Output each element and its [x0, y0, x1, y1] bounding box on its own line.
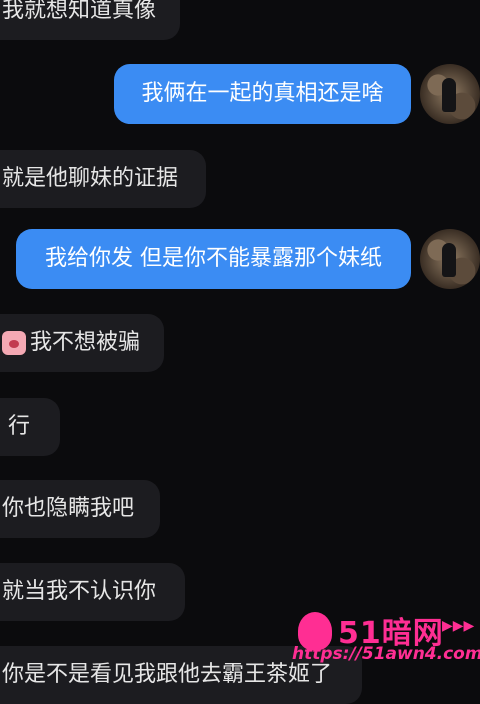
incoming-message[interactable]: 行: [0, 398, 60, 456]
incoming-message[interactable]: 我不想被骗: [0, 314, 164, 372]
incoming-message[interactable]: 就当我不认识你: [0, 563, 185, 621]
message-text: 行: [8, 414, 31, 439]
crying-face-emoji-icon: [2, 331, 26, 355]
user-avatar[interactable]: [420, 229, 480, 289]
incoming-message[interactable]: 我就想知道真像: [0, 0, 180, 40]
outgoing-message[interactable]: 我给你发 但是你不能暴露那个妹纸: [16, 229, 411, 289]
message-text: 你是不是看见我跟他去霸王茶姬了: [2, 662, 333, 687]
outgoing-message[interactable]: 我俩在一起的真相还是啥: [114, 64, 411, 124]
watermark-arrows-icon: ▶▶▶: [442, 618, 475, 634]
user-avatar[interactable]: [420, 64, 480, 124]
message-text: 我俩在一起的真相还是啥: [141, 81, 384, 106]
incoming-message[interactable]: 你也隐瞒我吧: [0, 480, 160, 538]
message-text: 我不想被骗: [30, 330, 141, 355]
watermark-url: https://51awn4.com: [292, 644, 480, 664]
message-text: 我给你发 但是你不能暴露那个妹纸: [45, 246, 382, 271]
message-text: 就是他聊妹的证据: [2, 166, 179, 191]
site-watermark: 51暗网 ▶▶▶ https://51awn4.com: [292, 612, 480, 664]
message-text: 我就想知道真像: [2, 0, 157, 23]
chat-thread: 我就想知道真像 我俩在一起的真相还是啥 就是他聊妹的证据 我给你发 但是你不能暴…: [0, 0, 480, 704]
incoming-message[interactable]: 就是他聊妹的证据: [0, 150, 206, 208]
message-text: 你也隐瞒我吧: [2, 496, 135, 521]
message-text: 就当我不认识你: [2, 579, 157, 604]
